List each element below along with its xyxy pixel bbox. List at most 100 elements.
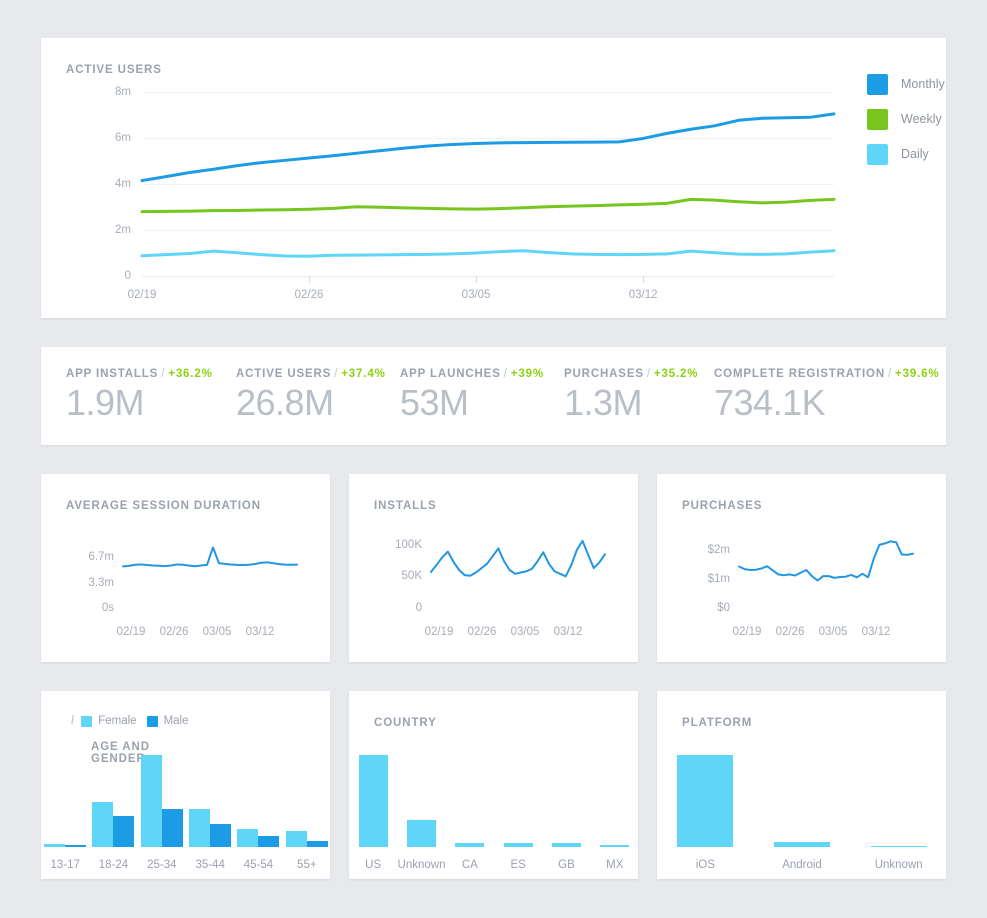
average-session-duration-chart: 0s 3.3m 6.7m 02/19 02/26 03/05 03/12	[41, 526, 331, 662]
bar-labels: US Unknown CA ES GB MX	[349, 859, 639, 871]
x-axis-label: 03/05	[461, 289, 491, 301]
kpi-header: APP INSTALLS / +36.2%	[66, 368, 236, 380]
x-axis-label: 02/26	[467, 626, 497, 638]
bar-group[interactable]	[446, 755, 494, 847]
bar-category-label: ES	[510, 859, 526, 871]
bar-group[interactable]	[397, 755, 445, 847]
bar-category-label: Android	[782, 859, 822, 871]
x-axis-label: 02/26	[294, 289, 324, 301]
bar-group[interactable]	[591, 755, 639, 847]
legend-swatch-female	[81, 715, 93, 727]
x-axis-label: 03/12	[628, 289, 658, 301]
installs-title: INSTALLS	[374, 500, 437, 512]
bars-container	[349, 755, 639, 847]
y-axis-label: 3.3m	[88, 577, 114, 590]
legend-swatch-monthly	[867, 73, 888, 95]
legend-swatch-male	[146, 715, 158, 727]
bar-group[interactable]	[657, 755, 754, 847]
x-axis-label: 03/12	[553, 626, 583, 638]
age-and-gender-card: AGE AND GENDER / Female Male 13-17 18-24 2…	[41, 691, 330, 879]
y-axis-label: 100K	[395, 538, 422, 551]
kpi-value: 26.8M	[236, 381, 334, 423]
average-session-duration-title: AVERAGE SESSION DURATION	[66, 500, 261, 512]
kpi-delta: +39%	[510, 367, 544, 380]
y-axis-label: 0	[124, 270, 131, 282]
y-axis-label: 50K	[401, 570, 422, 583]
bar-group[interactable]	[850, 755, 947, 847]
bar-group[interactable]	[542, 755, 590, 847]
bar-group[interactable]	[138, 755, 186, 847]
bar[interactable]	[455, 843, 485, 847]
kpi-purchases[interactable]: PURCHASES / +35.2% 1.3M	[564, 368, 714, 425]
kpi-app-installs[interactable]: APP INSTALLS / +36.2% 1.9M	[66, 368, 236, 425]
legend-item-weekly[interactable]: Weekly	[867, 107, 945, 131]
legend-item-daily[interactable]: Daily	[867, 142, 945, 166]
active-users-lines	[140, 112, 836, 258]
bar-group[interactable]	[754, 755, 851, 847]
kpi-value: 734.1K	[714, 381, 826, 423]
purchases-trend-line	[738, 540, 914, 582]
bar-group[interactable]	[494, 755, 542, 847]
active-users-chart: 0 2m 4m 6m 8m 02/19 02/26 03/05 03/12	[41, 86, 987, 318]
bar-group[interactable]	[349, 755, 397, 847]
legend-item-monthly[interactable]: Monthly	[867, 72, 945, 96]
x-axis-label: 02/26	[159, 626, 189, 638]
bar-category-label: iOS	[695, 859, 715, 871]
bar-group[interactable]	[234, 755, 282, 847]
x-axis-label: 02/19	[424, 626, 454, 638]
platform-title: PLATFORM	[682, 717, 753, 729]
bar-male[interactable]	[306, 840, 328, 847]
bar-female[interactable]	[189, 809, 211, 847]
bar-male[interactable]	[258, 835, 280, 847]
bar-male[interactable]	[65, 845, 87, 847]
bar-male[interactable]	[113, 815, 135, 847]
bar[interactable]	[600, 845, 630, 847]
bar-group[interactable]	[89, 755, 137, 847]
bar-female[interactable]	[237, 828, 259, 847]
bar[interactable]	[503, 843, 533, 847]
purchases-card: PURCHASES $0 $1m $2m 02/19 02/26 03/05 03/12	[657, 474, 946, 662]
y-axis-label: 0s	[101, 602, 114, 614]
active-users-legend: Monthly Weekly Daily	[867, 72, 945, 177]
legend-label-female: Female	[98, 715, 137, 727]
bar-female[interactable]	[140, 755, 162, 847]
bar-category-label: Unknown	[874, 859, 923, 871]
kpi-active-users[interactable]: ACTIVE USERS / +37.4% 26.8M	[236, 368, 400, 425]
kpi-value: 1.9M	[66, 381, 145, 423]
bar[interactable]	[358, 755, 388, 847]
gridline	[142, 276, 834, 277]
age-and-gender-chart: 13-17 18-24 25-34 35-44 45-54 55+	[41, 739, 331, 879]
bar-male[interactable]	[210, 824, 232, 847]
kpi-header: COMPLETE REGISTRATION / +39.6%	[714, 368, 939, 380]
kpi-complete-registration[interactable]: COMPLETE REGISTRATION / +39.6% 734.1K	[714, 368, 939, 425]
bar-female[interactable]	[285, 831, 307, 847]
bar-group[interactable]	[41, 755, 89, 847]
kpi-header: PURCHASES / +35.2%	[564, 368, 714, 380]
age-and-gender-header: AGE AND GENDER / Female Male	[66, 715, 199, 765]
bar[interactable]	[870, 846, 927, 847]
breakdown-cards-row: AGE AND GENDER / Female Male 13-17 18-24 2…	[41, 691, 946, 879]
installs-line	[430, 539, 606, 578]
kpi-app-launches[interactable]: APP LAUNCHES / +39% 53M	[400, 368, 564, 425]
y-axis-label: $2m	[707, 543, 730, 556]
bar-female[interactable]	[92, 801, 114, 847]
bar-female[interactable]	[44, 844, 66, 847]
kpi-name: ACTIVE USERS	[236, 367, 332, 380]
bar[interactable]	[677, 755, 734, 847]
bar-labels: 13-17 18-24 25-34 35-44 45-54 55+	[41, 859, 331, 871]
bar-group[interactable]	[283, 755, 331, 847]
bar-male[interactable]	[161, 809, 183, 847]
kpi-value: 1.3M	[564, 381, 643, 423]
kpi-name: APP INSTALLS	[66, 367, 159, 380]
country-chart: US Unknown CA ES GB MX	[349, 739, 639, 879]
active-users-card: ACTIVE USERS 0 2m 4m 6m 8m 02/19 02/26 03/05 03/…	[41, 38, 946, 318]
bar[interactable]	[551, 843, 581, 847]
kpi-delta: +35.2%	[653, 367, 699, 380]
bar[interactable]	[406, 820, 436, 847]
country-title: COUNTRY	[374, 717, 437, 729]
bar-group[interactable]	[186, 755, 234, 847]
bar[interactable]	[774, 842, 830, 847]
bar-category-label: MX	[606, 859, 624, 871]
kpi-summary-card: APP INSTALLS / +36.2% 1.9M ACTIVE USERS / +37.…	[41, 347, 946, 445]
y-axis-label: $1m	[707, 572, 730, 585]
